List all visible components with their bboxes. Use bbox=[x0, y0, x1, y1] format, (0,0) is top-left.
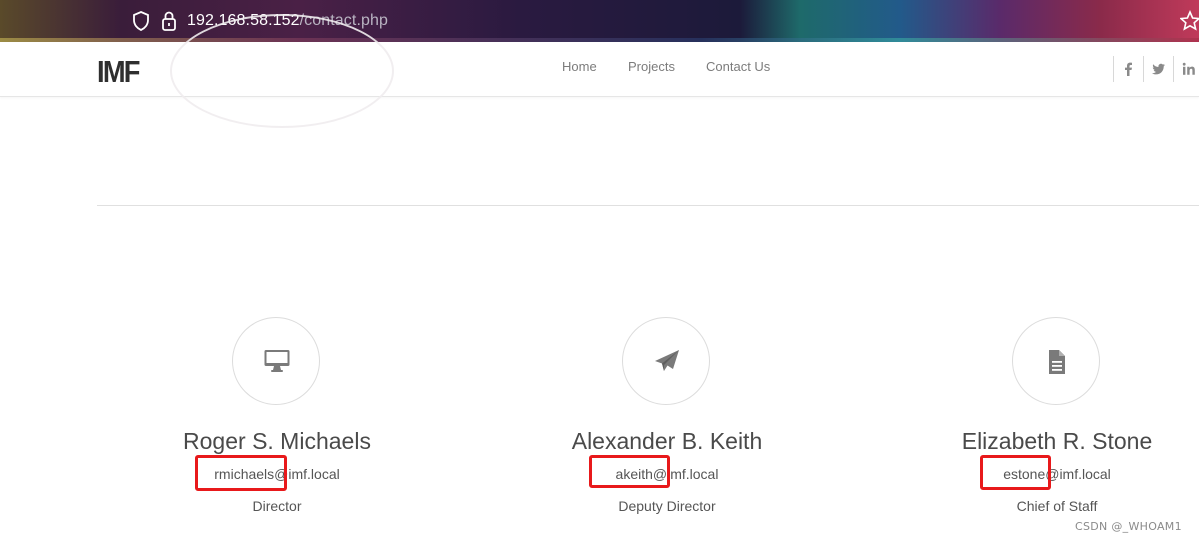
browser-address-bar: 192.168.58.152/contact.php bbox=[0, 0, 1199, 42]
lock-icon[interactable] bbox=[160, 10, 178, 32]
twitter-link[interactable] bbox=[1143, 56, 1174, 82]
site-logo[interactable]: IMF bbox=[97, 55, 140, 89]
nav-contact-us[interactable]: Contact Us bbox=[706, 59, 770, 75]
linkedin-link[interactable] bbox=[1173, 56, 1199, 82]
contact-icon-circle bbox=[1012, 317, 1100, 405]
bookmark-star-icon[interactable] bbox=[1180, 10, 1199, 32]
background-seal bbox=[170, 14, 394, 128]
document-icon bbox=[1049, 350, 1065, 374]
nav-home[interactable]: Home bbox=[562, 59, 597, 75]
shield-icon[interactable] bbox=[132, 11, 150, 31]
desktop-icon bbox=[264, 350, 290, 372]
linkedin-icon bbox=[1182, 62, 1195, 75]
twitter-icon bbox=[1152, 63, 1165, 75]
contact-icon-circle bbox=[622, 317, 710, 405]
contact-email[interactable]: estone@imf.local bbox=[907, 465, 1199, 483]
section-divider bbox=[97, 205, 1199, 206]
paper-plane-icon bbox=[655, 350, 679, 371]
highlight-box bbox=[980, 455, 1051, 490]
facebook-link[interactable] bbox=[1113, 56, 1144, 82]
contact-name: Roger S. Michaels bbox=[183, 428, 371, 454]
highlight-box bbox=[195, 455, 287, 491]
contact-name: Alexander B. Keith bbox=[571, 428, 763, 454]
contact-name: Elizabeth R. Stone bbox=[961, 428, 1153, 454]
contact-role: Chief of Staff bbox=[1016, 498, 1098, 514]
watermark: CSDN @_WHOAM1 bbox=[1075, 520, 1182, 533]
highlight-box bbox=[589, 455, 670, 488]
site-header: IMF Home Projects Contact Us bbox=[0, 14, 1199, 128]
nav-projects[interactable]: Projects bbox=[628, 59, 675, 75]
facebook-icon bbox=[1125, 62, 1132, 76]
contact-role: Deputy Director bbox=[618, 498, 716, 514]
contact-icon-circle bbox=[232, 317, 320, 405]
contact-role: Director bbox=[252, 498, 302, 514]
page: 192.168.58.152/contact.php IMF Home Proj… bbox=[0, 0, 1199, 542]
